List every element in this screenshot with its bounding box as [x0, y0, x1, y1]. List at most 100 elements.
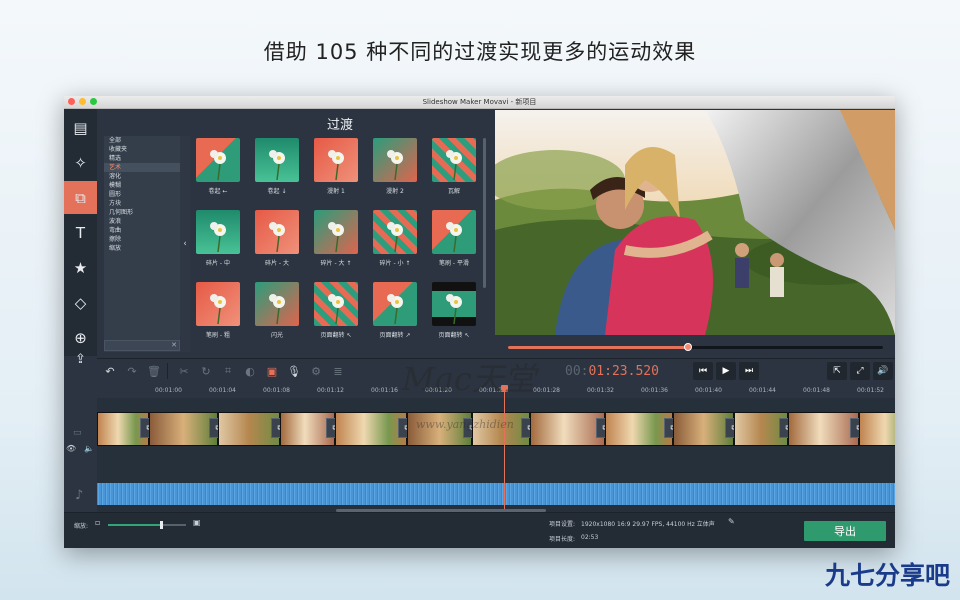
transition-tile[interactable]: 页面翻转 ↖ [426, 282, 482, 346]
category-item[interactable]: 弯曲 [104, 226, 180, 235]
transition-tile[interactable]: 瓦解 [426, 138, 482, 202]
play-icon[interactable]: ▶ [716, 362, 736, 380]
undo-icon[interactable]: ↶ [101, 362, 119, 380]
zoom-slider[interactable] [108, 521, 186, 529]
transition-label: 漫射 2 [386, 188, 404, 195]
transition-thumbnail [373, 138, 417, 182]
transition-tile[interactable]: 卷起 ← [190, 138, 246, 202]
zoom-slider-fill [108, 524, 162, 526]
sticker-star-icon[interactable]: ★ [64, 251, 97, 284]
skip-back-icon[interactable]: ⏮ [693, 362, 713, 380]
text-icon[interactable]: T [64, 216, 97, 249]
transition-thumbnail [314, 138, 358, 182]
color-adjust-icon[interactable]: ◐ [241, 362, 259, 380]
magic-wand-icon[interactable]: ✧ [64, 146, 97, 179]
cut-icon[interactable]: ✂ [175, 362, 193, 380]
tool-sidebar: ▤ ✧ ⧉ T ★ ◇ ⊕ [64, 109, 97, 356]
transition-tile[interactable]: 页面翻转 ↖ [308, 282, 364, 346]
video-clip[interactable] [605, 412, 673, 446]
transition-tile[interactable]: 漫射 1 [308, 138, 364, 202]
shapes-icon[interactable]: ◇ [64, 286, 97, 319]
crop-icon[interactable]: ⌗ [219, 362, 237, 380]
export-media-icon[interactable]: ⇪ [64, 348, 97, 370]
zoom-in-icon[interactable]: ▣ [193, 518, 201, 527]
transition-tile[interactable]: 漫射 2 [367, 138, 423, 202]
video-clip[interactable] [788, 412, 859, 446]
redo-icon[interactable]: ↷ [123, 362, 141, 380]
preview-progress [508, 346, 688, 349]
app-window: Slideshow Maker Movavi - 新项目 ▤ ✧ ⧉ T ★ ◇ ⊕ ⇪ 过… [64, 96, 895, 548]
video-clip[interactable] [859, 412, 895, 446]
volume-icon[interactable]: 🔊 [873, 362, 893, 380]
clear-search-icon[interactable]: ✕ [171, 341, 177, 350]
category-item[interactable]: 圆形 [104, 190, 180, 199]
edit-settings-icon[interactable]: ✎ [728, 517, 735, 526]
export-button[interactable]: 导出 [804, 521, 886, 541]
toolbar-separator [167, 363, 168, 379]
transition-thumbnail [196, 138, 240, 182]
video-clip[interactable] [149, 412, 218, 446]
timeline-tracks: ⧉⧉⧉⧉⧉⧉⧉⧉⧉⧉⧉⧉⧉ [97, 398, 895, 512]
transitions-grid: 卷起 ← 卷起 ↓ 漫射 1 漫射 2 瓦解碎片 - 中 碎片 - 大 碎片 - 大 ↑ 碎片… [190, 138, 486, 348]
transition-label: 碎片 - 大 [265, 260, 289, 267]
track-volume-icon[interactable]: 🔈 [84, 444, 94, 453]
transition-thumbnail [373, 210, 417, 254]
transition-label: 闪光 [270, 332, 283, 339]
rotate-icon[interactable]: ↻ [197, 362, 215, 380]
image-icon[interactable]: ▣ [263, 362, 281, 380]
audio-track-waveform[interactable] [97, 483, 895, 505]
video-clip[interactable] [530, 412, 605, 446]
transition-tile[interactable]: 页面翻转 ↗ [367, 282, 423, 346]
category-item[interactable]: 模糊 [104, 181, 180, 190]
transition-tile[interactable]: 笔刷 - 粗 [190, 282, 246, 346]
collapse-panel-button[interactable]: ‹ [180, 136, 190, 352]
detach-preview-icon[interactable]: ⇱ [827, 362, 847, 380]
transition-label: 漫射 1 [327, 188, 345, 195]
video-clip[interactable] [335, 412, 407, 446]
search-input[interactable]: ✕ [104, 340, 180, 351]
project-length-label: 项目长度: [549, 536, 576, 543]
ruler-tick-label: 00:01:28 [533, 387, 560, 394]
transition-thumbnail [255, 210, 299, 254]
preview-scrubber[interactable] [508, 343, 883, 351]
category-item[interactable]: 精选 [104, 154, 180, 163]
transition-tile[interactable]: 卷起 ↓ [249, 138, 305, 202]
timecode: 00:01:23.520 [565, 364, 659, 379]
timecode-current: 01:23.520 [588, 364, 659, 379]
transition-tile[interactable]: 碎片 - 大 ↑ [308, 210, 364, 274]
skip-forward-icon[interactable]: ⏭ [739, 362, 759, 380]
ruler-tick-label: 00:01:04 [209, 387, 236, 394]
scrubber-handle[interactable] [684, 343, 692, 351]
transition-tile[interactable]: 笔刷 - 平滑 [426, 210, 482, 274]
track-headers: ▭ 👁 🔈 ♪ [64, 398, 97, 512]
transition-label: 笔刷 - 平滑 [439, 260, 469, 267]
media-icon[interactable]: ▤ [64, 111, 97, 144]
transition-tile[interactable]: 碎片 - 中 [190, 210, 246, 274]
equalizer-icon[interactable]: ≣ [329, 362, 347, 380]
delete-icon[interactable]: 🗑 [145, 362, 163, 380]
category-item[interactable]: 几何图形 [104, 208, 180, 217]
category-item[interactable]: 溶化 [104, 172, 180, 181]
transition-tile[interactable]: 碎片 - 大 [249, 210, 305, 274]
settings-icon[interactable]: ⚙ [307, 362, 325, 380]
microphone-icon[interactable]: 🎙 [285, 362, 303, 380]
category-item[interactable]: 擦除 [104, 235, 180, 244]
playhead[interactable] [501, 385, 508, 512]
transition-label: 碎片 - 中 [206, 260, 230, 267]
window-title: Slideshow Maker Movavi - 新项目 [422, 98, 537, 106]
transitions-icon[interactable]: ⧉ [64, 181, 97, 214]
watermark-sub: www.yangzhidien [416, 418, 514, 431]
fullscreen-icon[interactable]: ⤢ [850, 362, 870, 380]
category-item[interactable]: 全部 [104, 136, 180, 145]
category-item[interactable]: 方块 [104, 199, 180, 208]
transition-tile[interactable]: 碎片 - 小 ↑ [367, 210, 423, 274]
transition-tile[interactable]: 闪光 [249, 282, 305, 346]
category-item[interactable]: 艺术 [104, 163, 180, 172]
category-item[interactable]: 缩放 [104, 244, 180, 253]
zoom-slider-handle[interactable] [160, 521, 164, 529]
zoom-out-icon[interactable]: ▫ [95, 518, 100, 527]
eye-icon[interactable]: 👁 [66, 444, 76, 453]
category-item[interactable]: 收藏夹 [104, 145, 180, 154]
grid-scrollbar[interactable] [483, 138, 486, 288]
category-item[interactable]: 波浪 [104, 217, 180, 226]
